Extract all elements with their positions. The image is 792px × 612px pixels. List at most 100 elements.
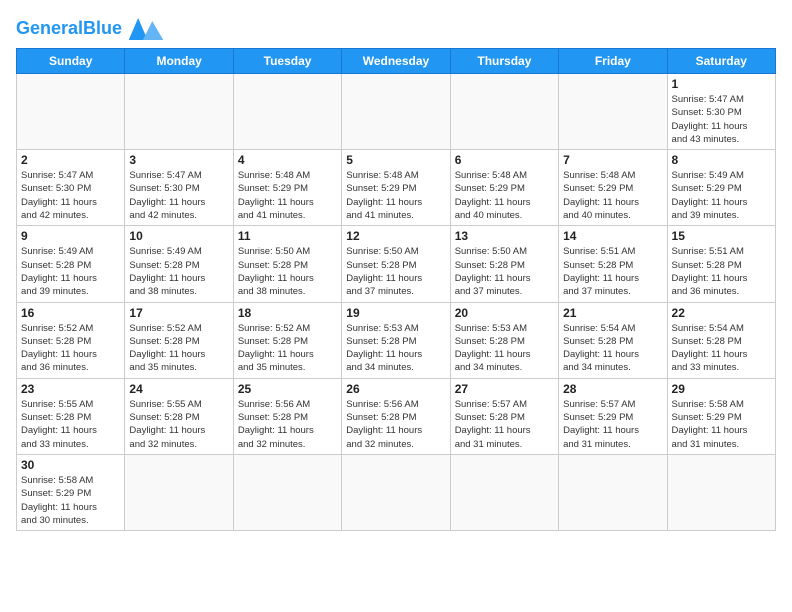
day-info: Sunrise: 5:48 AM Sunset: 5:29 PM Dayligh… xyxy=(346,169,445,222)
day-info: Sunrise: 5:50 AM Sunset: 5:28 PM Dayligh… xyxy=(346,245,445,298)
day-number: 9 xyxy=(21,229,120,243)
day-number: 11 xyxy=(238,229,337,243)
day-number: 26 xyxy=(346,382,445,396)
day-of-week-header: Thursday xyxy=(450,49,558,74)
day-of-week-header: Sunday xyxy=(17,49,125,74)
day-info: Sunrise: 5:48 AM Sunset: 5:29 PM Dayligh… xyxy=(455,169,554,222)
calendar-day-cell: 11 Sunrise: 5:50 AM Sunset: 5:28 PM Dayli… xyxy=(233,226,341,302)
day-info: Sunrise: 5:51 AM Sunset: 5:28 PM Dayligh… xyxy=(563,245,662,298)
day-number: 17 xyxy=(129,306,228,320)
day-number: 3 xyxy=(129,153,228,167)
calendar-day-cell: 14 Sunrise: 5:51 AM Sunset: 5:28 PM Dayli… xyxy=(559,226,667,302)
day-info: Sunrise: 5:52 AM Sunset: 5:28 PM Dayligh… xyxy=(21,322,120,375)
day-info: Sunrise: 5:48 AM Sunset: 5:29 PM Dayligh… xyxy=(238,169,337,222)
calendar-day-cell xyxy=(125,454,233,530)
calendar-header-row: SundayMondayTuesdayWednesdayThursdayFrid… xyxy=(17,49,776,74)
calendar-day-cell: 8 Sunrise: 5:49 AM Sunset: 5:29 PM Daylig… xyxy=(667,150,775,226)
calendar-day-cell: 2 Sunrise: 5:47 AM Sunset: 5:30 PM Daylig… xyxy=(17,150,125,226)
calendar-week-row: 30 Sunrise: 5:58 AM Sunset: 5:29 PM Dayli… xyxy=(17,454,776,530)
day-number: 14 xyxy=(563,229,662,243)
day-info: Sunrise: 5:55 AM Sunset: 5:28 PM Dayligh… xyxy=(129,398,228,451)
day-of-week-header: Wednesday xyxy=(342,49,450,74)
day-number: 13 xyxy=(455,229,554,243)
calendar-day-cell: 4 Sunrise: 5:48 AM Sunset: 5:29 PM Daylig… xyxy=(233,150,341,226)
day-number: 15 xyxy=(672,229,771,243)
day-number: 24 xyxy=(129,382,228,396)
day-info: Sunrise: 5:56 AM Sunset: 5:28 PM Dayligh… xyxy=(346,398,445,451)
day-info: Sunrise: 5:54 AM Sunset: 5:28 PM Dayligh… xyxy=(672,322,771,375)
day-number: 8 xyxy=(672,153,771,167)
day-number: 10 xyxy=(129,229,228,243)
calendar-day-cell: 26 Sunrise: 5:56 AM Sunset: 5:28 PM Dayli… xyxy=(342,378,450,454)
day-of-week-header: Monday xyxy=(125,49,233,74)
logo-general: General xyxy=(16,18,83,38)
calendar-day-cell: 17 Sunrise: 5:52 AM Sunset: 5:28 PM Dayli… xyxy=(125,302,233,378)
day-info: Sunrise: 5:53 AM Sunset: 5:28 PM Dayligh… xyxy=(455,322,554,375)
day-info: Sunrise: 5:50 AM Sunset: 5:28 PM Dayligh… xyxy=(238,245,337,298)
calendar-day-cell: 10 Sunrise: 5:49 AM Sunset: 5:28 PM Dayli… xyxy=(125,226,233,302)
calendar-day-cell: 27Sunrise: 5:57 AM Sunset: 5:28 PM Dayli… xyxy=(450,378,558,454)
calendar-day-cell: 9Sunrise: 5:49 AM Sunset: 5:28 PM Daylig… xyxy=(17,226,125,302)
day-number: 16 xyxy=(21,306,120,320)
day-number: 2 xyxy=(21,153,120,167)
day-info: Sunrise: 5:57 AM Sunset: 5:29 PM Dayligh… xyxy=(563,398,662,451)
calendar-day-cell: 19Sunrise: 5:53 AM Sunset: 5:28 PM Dayli… xyxy=(342,302,450,378)
day-number: 22 xyxy=(672,306,771,320)
day-info: Sunrise: 5:53 AM Sunset: 5:28 PM Dayligh… xyxy=(346,322,445,375)
day-number: 5 xyxy=(346,153,445,167)
day-info: Sunrise: 5:49 AM Sunset: 5:28 PM Dayligh… xyxy=(129,245,228,298)
day-number: 6 xyxy=(455,153,554,167)
day-info: Sunrise: 5:47 AM Sunset: 5:30 PM Dayligh… xyxy=(129,169,228,222)
day-info: Sunrise: 5:50 AM Sunset: 5:28 PM Dayligh… xyxy=(455,245,554,298)
calendar-day-cell xyxy=(125,74,233,150)
day-number: 12 xyxy=(346,229,445,243)
calendar-day-cell xyxy=(342,454,450,530)
day-number: 28 xyxy=(563,382,662,396)
day-info: Sunrise: 5:47 AM Sunset: 5:30 PM Dayligh… xyxy=(21,169,120,222)
day-of-week-header: Saturday xyxy=(667,49,775,74)
calendar-day-cell: 1 Sunrise: 5:47 AM Sunset: 5:30 PM Daylig… xyxy=(667,74,775,150)
calendar-day-cell xyxy=(450,454,558,530)
day-number: 23 xyxy=(21,382,120,396)
day-info: Sunrise: 5:58 AM Sunset: 5:29 PM Dayligh… xyxy=(21,474,120,527)
calendar-day-cell: 16 Sunrise: 5:52 AM Sunset: 5:28 PM Dayli… xyxy=(17,302,125,378)
calendar-day-cell xyxy=(17,74,125,150)
day-of-week-header: Tuesday xyxy=(233,49,341,74)
calendar-week-row: 16 Sunrise: 5:52 AM Sunset: 5:28 PM Dayli… xyxy=(17,302,776,378)
day-info: Sunrise: 5:47 AM Sunset: 5:30 PM Dayligh… xyxy=(672,93,771,146)
day-of-week-header: Friday xyxy=(559,49,667,74)
calendar-week-row: 2 Sunrise: 5:47 AM Sunset: 5:30 PM Daylig… xyxy=(17,150,776,226)
logo-blue: Blue xyxy=(83,18,122,38)
day-info: Sunrise: 5:52 AM Sunset: 5:28 PM Dayligh… xyxy=(129,322,228,375)
day-number: 30 xyxy=(21,458,120,472)
calendar-table: SundayMondayTuesdayWednesdayThursdayFrid… xyxy=(16,48,776,531)
calendar-week-row: 23 Sunrise: 5:55 AM Sunset: 5:28 PM Dayli… xyxy=(17,378,776,454)
calendar-day-cell: 22 Sunrise: 5:54 AM Sunset: 5:28 PM Dayli… xyxy=(667,302,775,378)
calendar-day-cell xyxy=(559,454,667,530)
calendar-day-cell: 30 Sunrise: 5:58 AM Sunset: 5:29 PM Dayli… xyxy=(17,454,125,530)
calendar-week-row: 1 Sunrise: 5:47 AM Sunset: 5:30 PM Daylig… xyxy=(17,74,776,150)
day-number: 1 xyxy=(672,77,771,91)
calendar-day-cell: 3 Sunrise: 5:47 AM Sunset: 5:30 PM Daylig… xyxy=(125,150,233,226)
calendar-day-cell: 12 Sunrise: 5:50 AM Sunset: 5:28 PM Dayli… xyxy=(342,226,450,302)
header: GeneralBlue xyxy=(16,16,776,40)
day-info: Sunrise: 5:56 AM Sunset: 5:28 PM Dayligh… xyxy=(238,398,337,451)
day-info: Sunrise: 5:51 AM Sunset: 5:28 PM Dayligh… xyxy=(672,245,771,298)
day-number: 25 xyxy=(238,382,337,396)
calendar-day-cell: 5 Sunrise: 5:48 AM Sunset: 5:29 PM Daylig… xyxy=(342,150,450,226)
calendar-day-cell: 21Sunrise: 5:54 AM Sunset: 5:28 PM Dayli… xyxy=(559,302,667,378)
day-info: Sunrise: 5:49 AM Sunset: 5:29 PM Dayligh… xyxy=(672,169,771,222)
calendar-day-cell: 15 Sunrise: 5:51 AM Sunset: 5:28 PM Dayli… xyxy=(667,226,775,302)
day-info: Sunrise: 5:55 AM Sunset: 5:28 PM Dayligh… xyxy=(21,398,120,451)
calendar-week-row: 9 Sunrise: 5:49 AM Sunset: 5:28 PM Daylig… xyxy=(17,226,776,302)
calendar-day-cell: 6 Sunrise: 5:48 AM Sunset: 5:29 PM Daylig… xyxy=(450,150,558,226)
calendar-day-cell xyxy=(667,454,775,530)
day-number: 4 xyxy=(238,153,337,167)
calendar-day-cell: 18Sunrise: 5:52 AM Sunset: 5:28 PM Dayli… xyxy=(233,302,341,378)
logo: GeneralBlue xyxy=(16,16,166,40)
calendar-day-cell xyxy=(450,74,558,150)
day-info: Sunrise: 5:52 AM Sunset: 5:28 PM Dayligh… xyxy=(238,322,337,375)
day-info: Sunrise: 5:58 AM Sunset: 5:29 PM Dayligh… xyxy=(672,398,771,451)
day-number: 20 xyxy=(455,306,554,320)
day-number: 27 xyxy=(455,382,554,396)
